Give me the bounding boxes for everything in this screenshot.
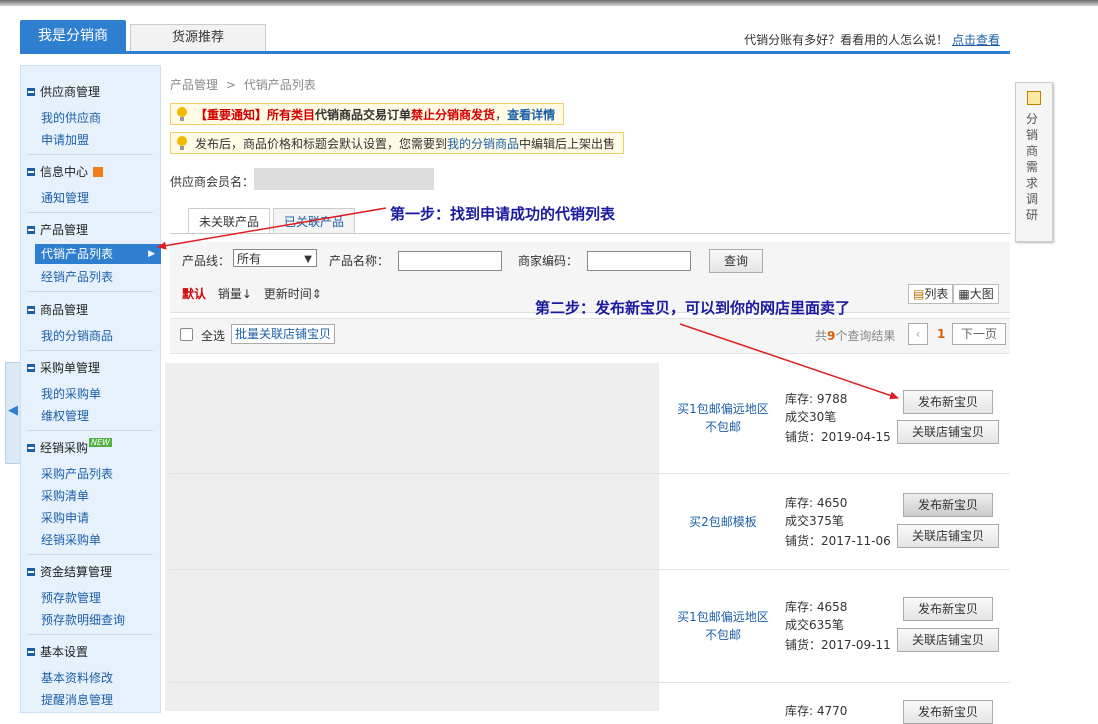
annotation-arrows	[157, 207, 899, 400]
step1-arrow	[157, 207, 387, 250]
step2-arrow	[679, 323, 899, 400]
